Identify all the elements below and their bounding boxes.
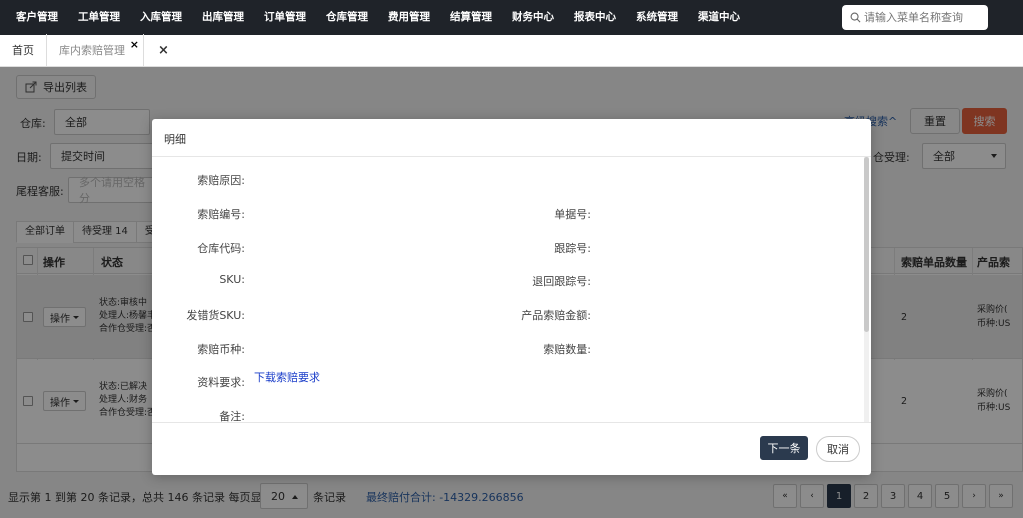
tab-claim-management[interactable]: 库内索赔管理 × (47, 34, 144, 66)
doc-no-label: 单据号: (554, 208, 591, 221)
menu-item-channel[interactable]: 渠道中心 (688, 0, 750, 35)
sku-label: SKU: (219, 273, 245, 286)
search-icon (850, 12, 861, 23)
download-requirement-link[interactable]: 下载索赔要求 (254, 369, 320, 385)
scrollbar-thumb[interactable] (864, 157, 869, 332)
menu-item-settlement[interactable]: 结算管理 (440, 0, 502, 35)
modal-body: 索赔原因: 索赔编号: 单据号: 仓库代码: 跟踪号: SKU: 退回跟踪号: … (152, 157, 871, 422)
menu-item-inbound[interactable]: 入库管理 (130, 0, 192, 35)
return-tracking-label: 退回跟踪号: (532, 275, 591, 288)
menu-item-customer[interactable]: 客户管理 (6, 0, 68, 35)
product-claim-amount-label: 产品索赔金额: (521, 309, 591, 322)
menu-search-box[interactable] (842, 5, 988, 30)
tab-claim-label: 库内索赔管理 (59, 44, 125, 57)
menu-item-workorder[interactable]: 工单管理 (68, 0, 130, 35)
menu-search-input[interactable] (864, 11, 984, 24)
menu-item-system[interactable]: 系统管理 (626, 0, 688, 35)
claim-no-label: 索赔编号: (197, 208, 245, 221)
tab-home[interactable]: 首页 (0, 34, 47, 66)
tab-home-label: 首页 (12, 44, 34, 57)
modal-header: 明细 (152, 119, 871, 157)
next-record-button[interactable]: 下一条 (760, 436, 808, 460)
claim-reason-label: 索赔原因: (197, 174, 245, 187)
warehouse-code-label: 仓库代码: (197, 242, 245, 255)
material-requirement-label: 资料要求: (197, 376, 245, 389)
menu-item-outbound[interactable]: 出库管理 (192, 0, 254, 35)
wrong-sku-label: 发错货SKU: (186, 309, 245, 322)
menu-item-order[interactable]: 订单管理 (254, 0, 316, 35)
close-all-tabs-icon[interactable]: × (144, 34, 183, 66)
menu-item-report[interactable]: 报表中心 (564, 0, 626, 35)
menu-item-finance[interactable]: 财务中心 (502, 0, 564, 35)
menu-item-fee[interactable]: 费用管理 (378, 0, 440, 35)
detail-modal: 明细 索赔原因: 索赔编号: 单据号: 仓库代码: 跟踪号: SKU: 退回跟踪… (152, 119, 871, 475)
modal-footer: 下一条 取消 (152, 422, 871, 475)
top-nav: 客户管理 工单管理 入库管理 出库管理 订单管理 仓库管理 费用管理 结算管理 … (0, 0, 1023, 35)
tracking-no-label: 跟踪号: (554, 242, 591, 255)
page-tabs: 首页 库内索赔管理 × × (0, 34, 1023, 67)
modal-scrollbar[interactable] (864, 157, 869, 422)
cancel-button[interactable]: 取消 (816, 436, 860, 462)
modal-title: 明细 (164, 133, 186, 146)
menu-item-warehouse[interactable]: 仓库管理 (316, 0, 378, 35)
claim-currency-label: 索赔币种: (197, 343, 245, 356)
claim-qty-label: 索赔数量: (543, 343, 591, 356)
close-tab-icon[interactable]: × (130, 38, 139, 51)
main-menu: 客户管理 工单管理 入库管理 出库管理 订单管理 仓库管理 费用管理 结算管理 … (0, 0, 750, 35)
remark-label: 备注: (219, 410, 245, 422)
